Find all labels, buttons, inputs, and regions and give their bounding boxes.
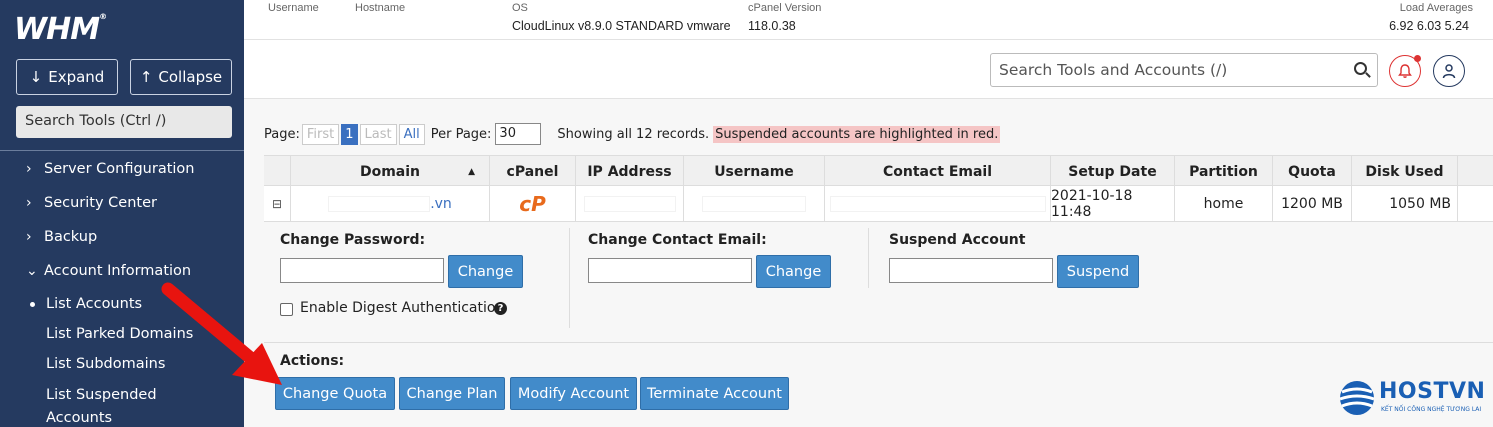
chevron-right-icon: ›	[26, 195, 32, 211]
suspended-note: Suspended accounts are highlighted in re…	[713, 125, 1001, 143]
change-password-button[interactable]: Change	[448, 255, 523, 288]
col-setup-date[interactable]: Setup Date	[1050, 156, 1174, 187]
hostvn-globe-icon	[1339, 381, 1375, 415]
records-count-text: Showing all 12 records.	[557, 126, 710, 142]
col-contact-email[interactable]: Contact Email	[824, 156, 1050, 187]
username-label: Username	[268, 2, 319, 14]
cpanel-version-value: 118.0.38	[748, 19, 796, 33]
sidebar-search-input[interactable]: Search Tools (Ctrl /)	[16, 106, 232, 138]
modify-account-button[interactable]: Modify Account	[510, 377, 637, 410]
cell-partition: home	[1174, 186, 1272, 222]
cell-extra	[1457, 186, 1493, 222]
nav-item-security-center[interactable]: › Security Center	[0, 186, 244, 220]
change-password-label: Change Password:	[280, 232, 426, 248]
chevron-right-icon: ›	[26, 161, 32, 177]
notification-dot	[1414, 55, 1421, 62]
account-actions-panel: Change Password: Change Enable Digest Au…	[264, 222, 1493, 422]
digest-auth-label: Enable Digest Authentication	[300, 300, 505, 316]
load-averages-value: 6.92 6.03 5.24	[1389, 19, 1469, 33]
cell-domain[interactable]: .vn	[290, 186, 489, 222]
col-extra	[1457, 156, 1493, 187]
change-email-label: Change Contact Email:	[588, 232, 767, 248]
os-label: OS	[512, 2, 528, 14]
accounts-table-header: Domain ▲ cPanel IP Address Username Cont…	[264, 155, 1493, 187]
cpanel-logo-icon[interactable]: cP	[519, 192, 546, 216]
cell-cpanel[interactable]: cP	[489, 186, 575, 222]
hostname-label: Hostname	[355, 2, 406, 14]
collapse-row-icon[interactable]: ⊟	[264, 186, 290, 222]
help-icon[interactable]: ?	[494, 302, 507, 315]
bell-icon	[1398, 64, 1412, 78]
tools-accounts-search-input[interactable]: Search Tools and Accounts (/)	[990, 53, 1378, 87]
col-quota[interactable]: Quota	[1272, 156, 1351, 187]
os-value: CloudLinux v8.9.0 STANDARD vmware	[512, 19, 731, 33]
redacted-domain	[328, 196, 431, 212]
arrow-up-icon: ↑	[139, 68, 153, 86]
per-page-input[interactable]: 30	[495, 123, 542, 145]
pagination-bar: Page: First 1 Last All Per Page: 30 Show…	[264, 123, 1001, 145]
load-averages-label: Load Averages	[1399, 2, 1473, 14]
hostvn-brand: HOSTVN	[1379, 379, 1486, 404]
change-plan-button[interactable]: Change Plan	[399, 377, 505, 410]
new-password-input[interactable]	[280, 258, 444, 283]
change-quota-button[interactable]: Change Quota	[275, 377, 395, 410]
col-cpanel: cPanel	[489, 156, 575, 187]
collapse-button[interactable]: ↑ Collapse	[130, 59, 232, 95]
user-menu-button[interactable]	[1433, 55, 1465, 87]
change-email-button[interactable]: Change	[756, 255, 831, 288]
sort-asc-icon[interactable]: ▲	[468, 167, 475, 177]
column-divider	[569, 228, 570, 328]
col-expand	[264, 156, 290, 187]
sidebar-divider	[0, 150, 244, 151]
page-label: Page:	[264, 126, 300, 142]
expand-button[interactable]: ↓ Expand	[16, 59, 118, 95]
redacted-email	[829, 196, 1046, 212]
cell-disk-used: 1050 MB	[1351, 186, 1457, 222]
user-icon	[1442, 64, 1456, 79]
col-disk-used[interactable]: Disk Used	[1351, 156, 1457, 187]
table-row[interactable]: ⊟ .vn cP 2021-10-18 11:48 home 1200 MB 1…	[264, 186, 1493, 222]
col-domain[interactable]: Domain ▲	[290, 156, 489, 187]
suspend-button[interactable]: Suspend	[1057, 255, 1139, 288]
col-ip-address[interactable]: IP Address	[575, 156, 683, 187]
hostvn-watermark: HOSTVN KẾT NỐI CÔNG NGHỆ TƯƠNG LAI	[1337, 375, 1493, 420]
cpanel-version-label: cPanel Version	[748, 2, 822, 14]
chevron-down-icon: ⌄	[26, 263, 38, 279]
cell-ip-address	[575, 186, 683, 222]
cell-setup-date: 2021-10-18 11:48	[1050, 186, 1174, 222]
whm-logo[interactable]: WHM®	[14, 12, 107, 47]
cell-quota: 1200 MB	[1272, 186, 1351, 222]
column-divider	[868, 228, 869, 288]
nav-item-backup[interactable]: › Backup	[0, 220, 244, 254]
page-first-button[interactable]: First	[301, 123, 340, 145]
suspend-account-label: Suspend Account	[889, 232, 1026, 248]
page-last-button[interactable]: Last	[359, 123, 397, 145]
suspend-reason-input[interactable]	[889, 258, 1053, 283]
server-info-bar: Username Hostname OS CloudLinux v8.9.0 S…	[244, 0, 1493, 40]
chevron-right-icon: ›	[26, 229, 32, 245]
section-divider	[264, 342, 1493, 343]
terminate-account-button[interactable]: Terminate Account	[640, 377, 789, 410]
page-all-button[interactable]: All	[398, 123, 425, 145]
contact-email-input[interactable]	[588, 258, 752, 283]
notifications-button[interactable]	[1389, 55, 1421, 87]
hostvn-tagline: KẾT NỐI CÔNG NGHỆ TƯƠNG LAI	[1381, 406, 1482, 413]
arrow-down-icon: ↓	[29, 68, 43, 86]
cell-username	[683, 186, 824, 222]
col-username[interactable]: Username	[683, 156, 824, 187]
per-page-label: Per Page:	[430, 126, 492, 142]
col-partition[interactable]: Partition	[1174, 156, 1272, 187]
search-icon[interactable]	[1354, 62, 1367, 75]
cell-contact-email	[824, 186, 1050, 222]
nav-item-server-configuration[interactable]: › Server Configuration	[0, 152, 244, 186]
page-current[interactable]: 1	[341, 123, 358, 145]
redacted-ip	[583, 196, 676, 212]
annotation-arrow	[161, 282, 282, 385]
redacted-username	[702, 196, 806, 212]
